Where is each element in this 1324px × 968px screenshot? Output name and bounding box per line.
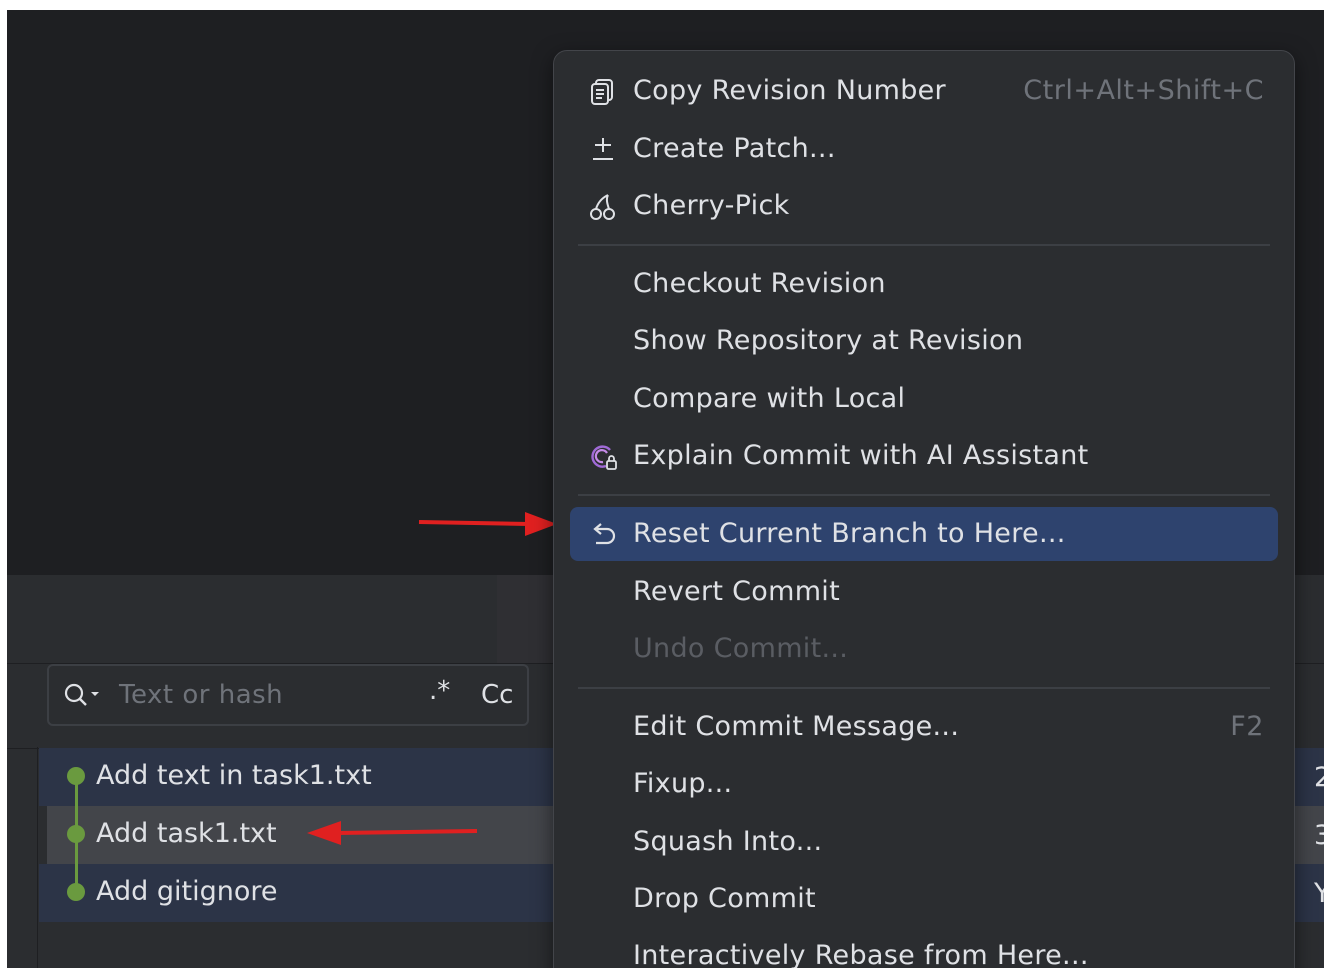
patch-icon bbox=[593, 138, 613, 160]
menu-item-squash-into[interactable]: Squash Into... bbox=[570, 815, 1278, 869]
commit-graph-line bbox=[75, 768, 78, 886]
commit-message: Add gitignore bbox=[96, 876, 278, 907]
menu-item-copy-revision-number[interactable]: Copy Revision Number Ctrl+Alt+Shift+C bbox=[570, 64, 1278, 118]
search-placeholder: Text or hash bbox=[119, 680, 284, 710]
menu-item-drop-commit[interactable]: Drop Commit bbox=[570, 872, 1278, 926]
menu-item-checkout-revision[interactable]: Checkout Revision bbox=[570, 257, 1278, 311]
shortcut-label: F2 bbox=[1230, 711, 1264, 742]
menu-item-interactive-rebase[interactable]: Interactively Rebase from Here... bbox=[570, 929, 1278, 968]
menu-item-revert-commit[interactable]: Revert Commit bbox=[570, 565, 1278, 619]
shortcut-label: Ctrl+Alt+Shift+C bbox=[1023, 75, 1264, 106]
regex-toggle[interactable]: .* bbox=[429, 676, 450, 706]
menu-item-edit-commit-message[interactable]: Edit Commit Message... F2 bbox=[570, 700, 1278, 754]
match-case-toggle[interactable]: Cc bbox=[481, 680, 513, 710]
menu-item-reset-current-branch[interactable]: Reset Current Branch to Here... bbox=[570, 507, 1278, 561]
cell-text: Y bbox=[1314, 878, 1324, 909]
cherry-icon bbox=[590, 194, 615, 220]
reset-icon bbox=[593, 523, 616, 545]
menu-item-fixup[interactable]: Fixup... bbox=[570, 757, 1278, 811]
commit-message: Add text in task1.txt bbox=[96, 760, 372, 791]
context-menu: Copy Revision Number Ctrl+Alt+Shift+C Cr… bbox=[553, 50, 1295, 968]
app-window: Text or hash .* Cc Add text in task1.txt… bbox=[7, 10, 1324, 968]
menu-separator bbox=[578, 687, 1270, 689]
search-icon bbox=[64, 683, 99, 706]
cell-text: 3 bbox=[1314, 820, 1324, 851]
menu-separator bbox=[578, 494, 1270, 496]
annotation-arrow-icon bbox=[307, 821, 478, 845]
search-input[interactable]: Text or hash .* Cc bbox=[47, 664, 529, 726]
cell-text: 2 bbox=[1314, 762, 1324, 793]
menu-item-undo-commit: Undo Commit... bbox=[633, 633, 849, 664]
menu-item-explain-commit[interactable]: Explain Commit with AI Assistant bbox=[570, 429, 1278, 483]
menu-separator bbox=[578, 244, 1270, 246]
menu-item-create-patch[interactable]: Create Patch... bbox=[570, 122, 1278, 176]
menu-item-compare-with-local[interactable]: Compare with Local bbox=[570, 372, 1278, 426]
menu-item-cherry-pick[interactable]: Cherry-Pick bbox=[570, 179, 1278, 233]
commit-message: Add task1.txt bbox=[96, 818, 277, 849]
annotation-arrow-icon bbox=[418, 512, 557, 536]
menu-item-show-repository[interactable]: Show Repository at Revision bbox=[570, 314, 1278, 368]
ai-assistant-icon bbox=[591, 445, 617, 470]
copy-icon bbox=[591, 79, 613, 105]
